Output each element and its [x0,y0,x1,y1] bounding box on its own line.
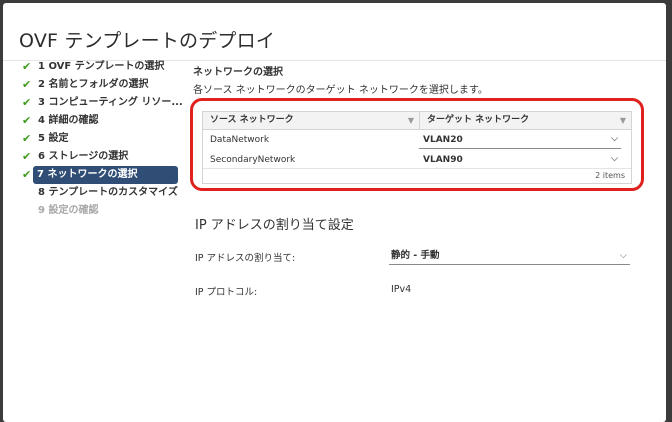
ip-section-title: IP アドレスの割り当て設定 [195,218,354,233]
step-7-wrap: ✔ 7 ネットワークの選択 [14,166,186,184]
step-label: 8 テンプレートのカスタマイズ [38,187,178,198]
ip-protocol-label: IP プロトコル: [195,287,258,298]
step-1[interactable]: ✔ 1 OVF テンプレートの選択 [14,58,186,76]
ip-allocation-select[interactable]: 静的 - 手動 ⌵ [389,247,630,265]
ip-allocation-label: IP アドレスの割り当て: [195,253,296,264]
check-icon: ✔ [22,132,32,145]
chevron-down-icon: ⌵ [619,250,627,261]
filter-icon[interactable]: ▼ [408,112,414,129]
step-4[interactable]: ✔ 4 詳細の確認 [14,112,186,130]
step-label: 1 OVF テンプレートの選択 [38,61,165,72]
chevron-down-icon: ⌵ [611,153,618,164]
step-3[interactable]: ✔ 3 コンピューティング リソー... [14,94,186,112]
highlight-outline: ソース ネットワーク ▼ ターゲット ネットワーク ▼ DataNetwork … [190,98,644,191]
step-label: 2 名前とフォルダの選択 [38,79,149,90]
network-mapping-grid: ソース ネットワーク ▼ ターゲット ネットワーク ▼ DataNetwork … [202,111,632,184]
step-7-active[interactable]: 7 ネットワークの選択 [33,166,178,184]
network-section: ネットワークの選択 各ソース ネットワークのターゲット ネットワークを選択します… [193,63,633,96]
check-icon: ✔ [22,114,32,127]
source-network-cell: DataNetwork [210,135,270,145]
table-row: DataNetwork VLAN20 ⌵ [203,130,631,150]
column-label: ソース ネットワーク [210,115,294,125]
grid-footer-count: 2 items [203,168,631,183]
selected-value: VLAN20 [423,134,463,145]
check-icon: ✔ [22,168,32,181]
column-label: ターゲット ネットワーク [427,115,530,125]
step-label: 3 コンピューティング リソー... [38,97,183,108]
column-source[interactable]: ソース ネットワーク ▼ [203,112,420,129]
dialog-title: OVF テンプレートのデプロイ [19,30,276,52]
wizard-steps: ✔ 1 OVF テンプレートの選択 ✔ 2 名前とフォルダの選択 ✔ 3 コンピューテ… [14,58,186,220]
ip-protocol-value: IPv4 [391,284,412,295]
chevron-down-icon: ⌵ [611,133,618,144]
source-network-cell: SecondaryNetwork [210,155,296,165]
grid-header: ソース ネットワーク ▼ ターゲット ネットワーク ▼ [203,112,631,130]
filter-icon[interactable]: ▼ [620,112,626,129]
check-icon: ✔ [22,78,32,91]
step-5[interactable]: ✔ 5 設定 [14,130,186,148]
step-9[interactable]: 9 設定の確認 [14,202,186,220]
step-8[interactable]: 8 テンプレートのカスタマイズ [14,184,186,202]
step-label: 7 ネットワークの選択 [37,169,138,180]
section-description: 各ソース ネットワークのターゲット ネットワークを選択します。 [193,85,488,96]
target-network-select[interactable]: VLAN20 ⌵ [419,132,621,149]
step-6[interactable]: ✔ 6 ストレージの選択 [14,148,186,166]
step-label: 4 詳細の確認 [38,115,99,126]
selected-value: 静的 - 手動 [391,250,440,261]
section-title: ネットワークの選択 [193,67,283,78]
step-label: 9 設定の確認 [38,205,99,216]
check-icon: ✔ [22,96,32,109]
step-2[interactable]: ✔ 2 名前とフォルダの選択 [14,76,186,94]
check-icon: ✔ [22,150,32,163]
check-icon: ✔ [22,60,32,73]
column-target[interactable]: ターゲット ネットワーク ▼ [420,112,631,129]
step-label: 5 設定 [38,133,69,144]
step-label: 6 ストレージの選択 [38,151,129,162]
selected-value: VLAN90 [423,154,463,165]
target-network-select[interactable]: VLAN90 ⌵ [419,152,621,169]
table-row: SecondaryNetwork VLAN90 ⌵ [203,150,631,170]
